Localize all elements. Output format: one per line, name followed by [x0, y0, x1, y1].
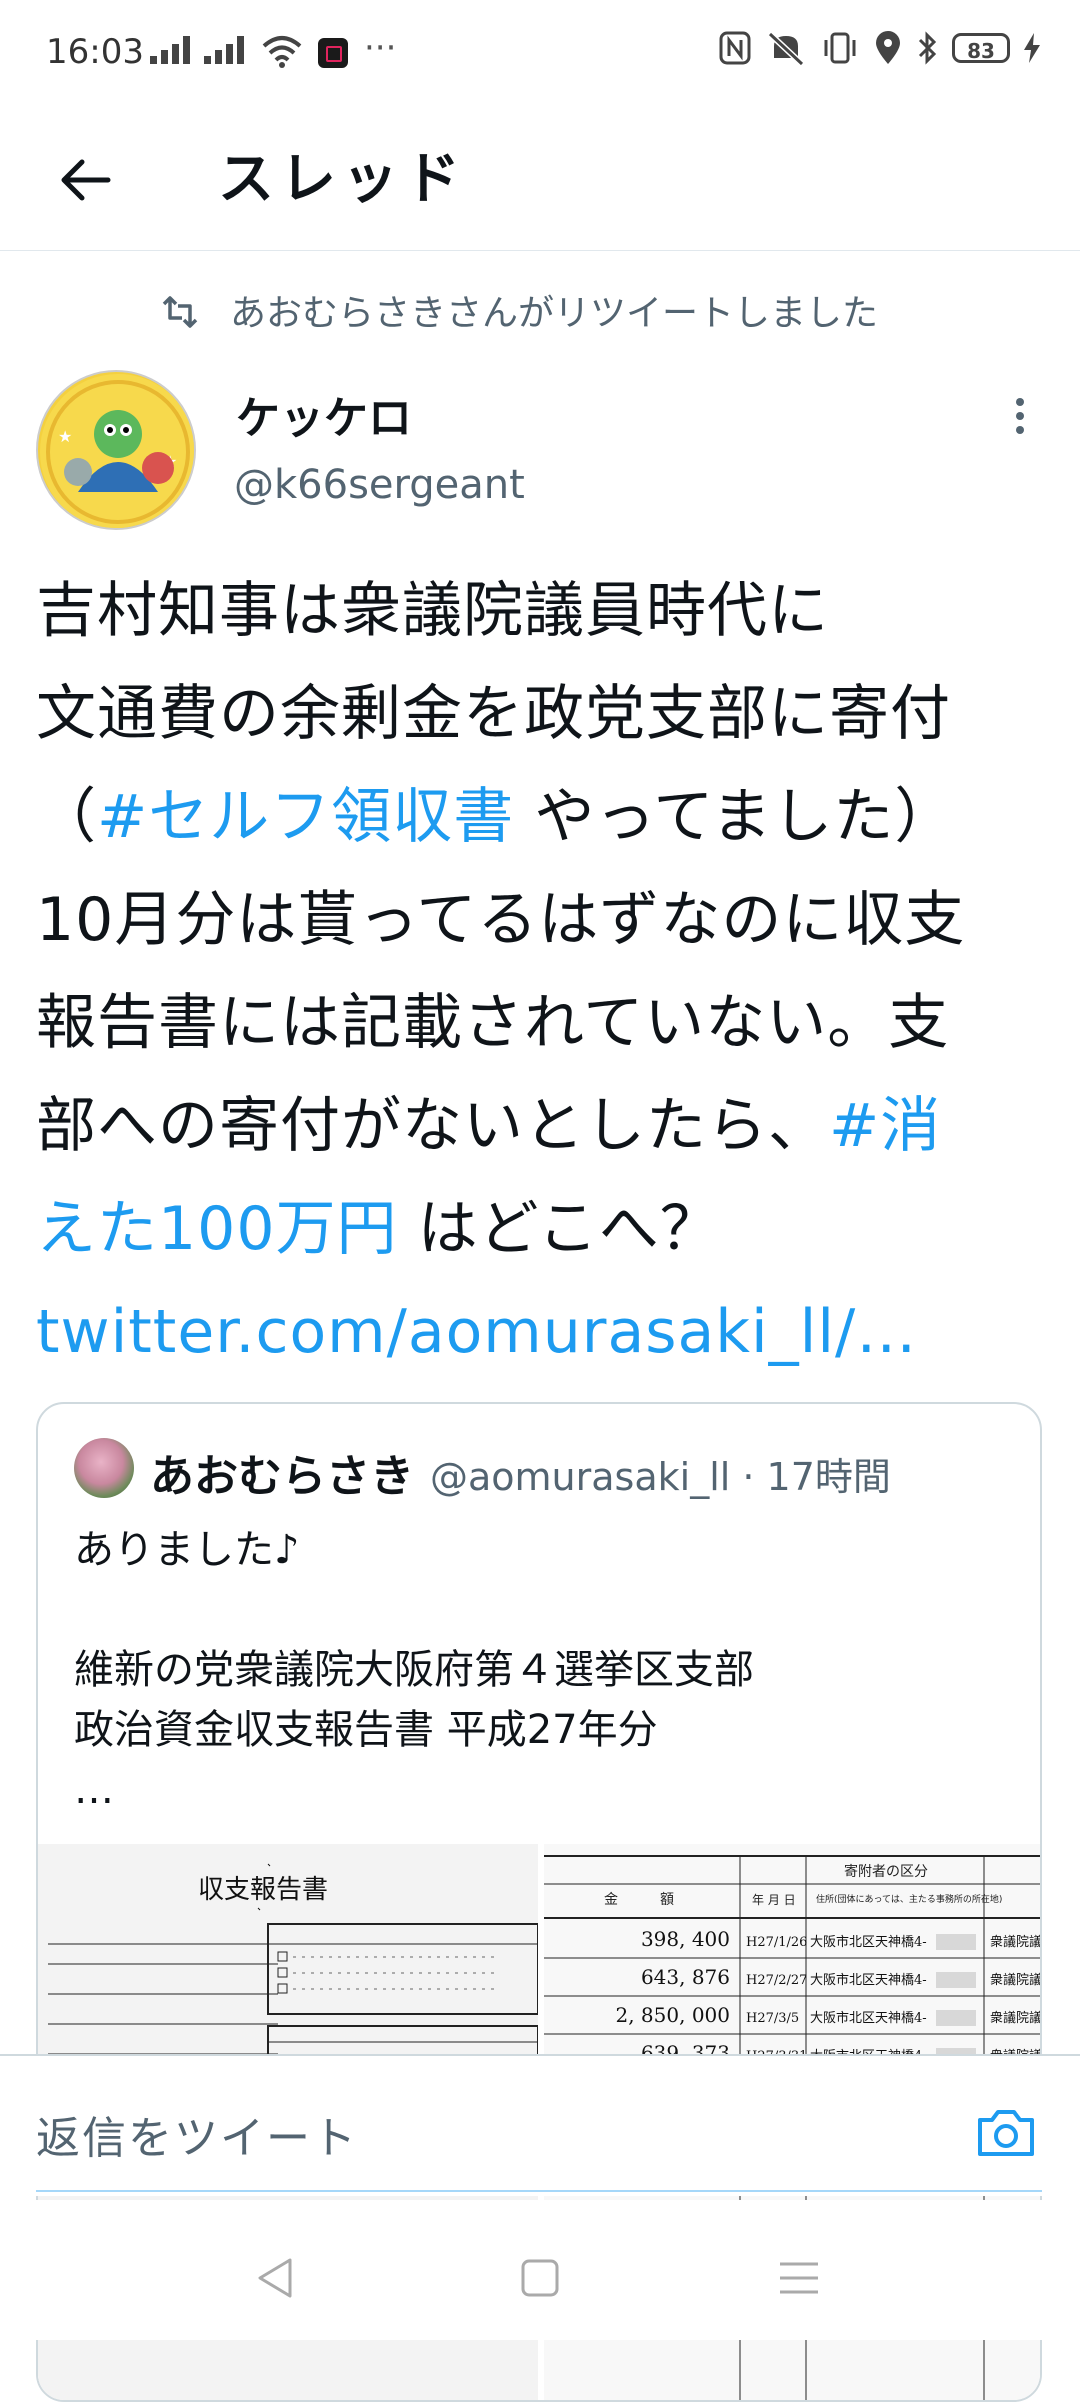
nav-recents-icon[interactable]: [778, 2260, 820, 2296]
redaction-mark: [936, 1934, 976, 1950]
tweet-line: （#セルフ領収書 やってました）: [36, 766, 1056, 869]
row-address: 大阪市北区天神橋4-: [810, 2010, 927, 2026]
retweet-context[interactable]: あおむらさきさんがリツイートしました: [230, 284, 878, 336]
status-time: 16:03: [46, 32, 144, 72]
reply-bar: 返信をツイート: [0, 2054, 1080, 2196]
nfc-icon: [719, 31, 751, 65]
header-date: 年 月 日: [752, 1893, 796, 1907]
row-amount: 2, 850, 000: [615, 2003, 730, 2027]
tweet-line: 報告書には記載されていない。支: [36, 972, 1056, 1075]
row-group: 衆議院議: [990, 1972, 1042, 1988]
svg-text:★: ★: [58, 427, 72, 446]
more-options-icon[interactable]: [1000, 392, 1040, 452]
tweet-line: twitter.com/aomurasaki_ll/…: [36, 1281, 1056, 1384]
header-amount: 金 額: [604, 1892, 674, 1908]
tweet-text-segment: 吉村知事は衆議院議員時代に: [36, 576, 829, 646]
nav-back-icon[interactable]: [254, 2256, 298, 2300]
hashtag-link[interactable]: #セルフ領収書: [97, 782, 514, 852]
row-group: 衆議院議: [990, 1934, 1042, 1950]
status-bar: 16:03 ··· 83: [0, 0, 1080, 110]
hashtag-link[interactable]: えた100万円: [36, 1194, 398, 1264]
tweet-text-segment: はどこへ？: [397, 1194, 721, 1264]
tweet-text-segment: やってました）: [514, 782, 956, 852]
header-group: 寄附者の区分: [844, 1863, 928, 1880]
row-date: H27/1/26: [746, 1935, 807, 1950]
reply-input[interactable]: 返信をツイート: [36, 2102, 358, 2166]
redaction-mark: [936, 2010, 976, 2026]
tweet-text-segment: 文通費の余剰金を政党支部に寄付: [36, 679, 951, 749]
signal-icon: [150, 36, 190, 64]
vibrate-icon: [824, 32, 856, 64]
author-name[interactable]: ケッケロ: [236, 382, 412, 446]
nav-home-icon[interactable]: [520, 2258, 560, 2298]
row-date: H27/2/27: [746, 1973, 807, 1988]
more-notifications-icon: ···: [364, 28, 397, 68]
mute-icon: [767, 31, 805, 66]
document-title: 収支報告書: [198, 1875, 328, 1905]
quoted-author-avatar[interactable]: [74, 1438, 134, 1498]
tweet-text: 吉村知事は衆議院議員時代に文通費の余剰金を政党支部に寄付 （#セルフ領収書 やって…: [36, 560, 1056, 1384]
tweet-line: えた100万円 はどこへ？: [36, 1178, 1056, 1281]
tweet-text-segment: 部への寄付がないとしたら、: [36, 1091, 829, 1161]
location-icon: [876, 31, 900, 64]
quoted-tweet-text: ありました♪ 維新の党衆議院大阪府第４選挙区支部 政治資金収支報告書 平成27年…: [74, 1527, 754, 1813]
row-address: 大阪市北区天神橋4-: [810, 1934, 927, 1950]
top-app-bar: スレッド: [0, 110, 1080, 251]
page-title: スレッド: [218, 147, 466, 212]
charging-icon: [1024, 33, 1040, 63]
hashtag-link[interactable]: #消: [829, 1091, 941, 1161]
header-addr: 住所(団体にあっては、主たる事務所の所在地): [816, 1893, 1002, 1905]
camera-icon[interactable]: [974, 2104, 1038, 2160]
row-date: H27/3/5: [746, 2011, 799, 2026]
app-notification-icon: [318, 38, 348, 68]
tweet-text-segment: 10月分は貰ってるはずなのに収支: [36, 885, 966, 955]
bluetooth-icon: [918, 31, 937, 65]
row-amount: 398, 400: [641, 1927, 730, 1951]
status-right: 83: [718, 30, 1040, 66]
tweet-line: 部への寄付がないとしたら、#消: [36, 1075, 1056, 1178]
tweet-text-segment: 報告書には記載されていない。支: [36, 988, 950, 1058]
tweet-line: 吉村知事は衆議院議員時代に: [36, 560, 1056, 663]
tweet-line: 10月分は貰ってるはずなのに収支: [36, 869, 1056, 972]
row-group: 衆議院議: [990, 2010, 1042, 2026]
reply-underline: [36, 2190, 1042, 2192]
row-amount: 643, 876: [641, 1965, 730, 1989]
redaction-mark: [936, 1972, 976, 1988]
signal-icon-2: [204, 36, 244, 64]
quoted-author-name: あおむらさき: [150, 1451, 414, 1502]
quoted-author-meta: @aomurasaki_ll · 17時間: [430, 1455, 891, 1499]
author-avatar[interactable]: ★ ★: [36, 370, 196, 530]
row-address: 大阪市北区天神橋4-: [810, 1972, 927, 1988]
tweet-line: 文通費の余剰金を政党支部に寄付: [36, 663, 1056, 766]
retweet-icon: [162, 296, 198, 328]
battery-indicator: 83: [952, 33, 1010, 63]
wifi-icon: [262, 36, 302, 68]
tweet-text-segment: （: [36, 782, 97, 852]
url-link[interactable]: twitter.com/aomurasaki_ll/…: [36, 1297, 917, 1367]
back-arrow-icon[interactable]: [56, 150, 116, 210]
author-handle[interactable]: @k66sergeant: [234, 462, 525, 508]
system-navigation-bar: [0, 2200, 1080, 2340]
